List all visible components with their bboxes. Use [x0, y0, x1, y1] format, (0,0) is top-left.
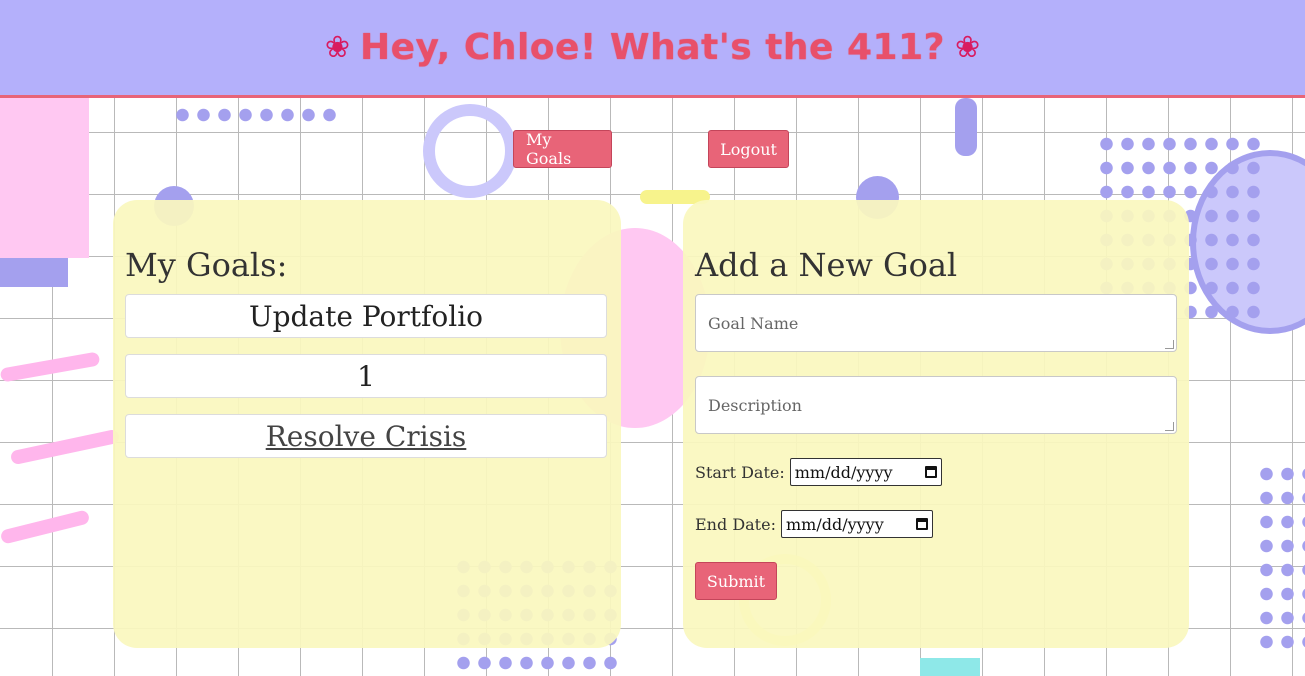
- lavender-block-decoration: [0, 258, 68, 287]
- description-field[interactable]: Description: [695, 376, 1177, 434]
- goal-link[interactable]: Resolve Crisis: [266, 420, 467, 453]
- squiggle-decoration: [0, 351, 101, 383]
- calendar-icon[interactable]: [924, 466, 937, 478]
- dot-row-decoration: [172, 103, 340, 127]
- end-date-input[interactable]: mm/dd/yyyy: [780, 510, 933, 538]
- ring-decoration: [423, 104, 517, 198]
- new-goal-title: Add a New Goal: [695, 246, 958, 284]
- resize-handle-icon[interactable]: [1165, 422, 1174, 431]
- cyan-bar-decoration: [920, 658, 980, 676]
- start-date-row: Start Date: mm/dd/yyyy: [695, 458, 942, 486]
- pink-square-decoration: [0, 98, 89, 258]
- resize-handle-icon[interactable]: [1165, 340, 1174, 349]
- goal-name-placeholder: Goal Name: [708, 313, 799, 333]
- my-goals-button[interactable]: My Goals: [513, 130, 612, 168]
- goal-item[interactable]: 1: [125, 354, 607, 398]
- page-header: ❀ Hey, Chloe! What's the 411? ❀: [0, 0, 1305, 98]
- end-date-row: End Date: mm/dd/yyyy: [695, 510, 933, 538]
- squiggle-decoration: [0, 509, 91, 545]
- submit-button[interactable]: Submit: [695, 562, 777, 600]
- goal-item[interactable]: Update Portfolio: [125, 294, 607, 338]
- tick-decoration: [955, 98, 977, 156]
- goals-panel-title: My Goals:: [125, 246, 288, 284]
- dot-grid-decoration: [1256, 462, 1305, 654]
- calendar-icon[interactable]: [915, 518, 928, 530]
- description-placeholder: Description: [708, 395, 802, 415]
- page-title: Hey, Chloe! What's the 411?: [359, 27, 946, 68]
- goal-name-field[interactable]: Goal Name: [695, 294, 1177, 352]
- hibiscus-icon: ❀: [324, 30, 350, 65]
- start-date-label: Start Date:: [695, 462, 785, 482]
- hibiscus-icon: ❀: [955, 30, 981, 65]
- end-date-value: mm/dd/yyyy: [785, 514, 884, 534]
- start-date-input[interactable]: mm/dd/yyyy: [789, 458, 942, 486]
- start-date-value: mm/dd/yyyy: [794, 462, 893, 482]
- goal-item[interactable]: Resolve Crisis: [125, 414, 607, 458]
- logout-button[interactable]: Logout: [708, 130, 789, 168]
- end-date-label: End Date:: [695, 514, 776, 534]
- squiggle-decoration: [9, 428, 121, 466]
